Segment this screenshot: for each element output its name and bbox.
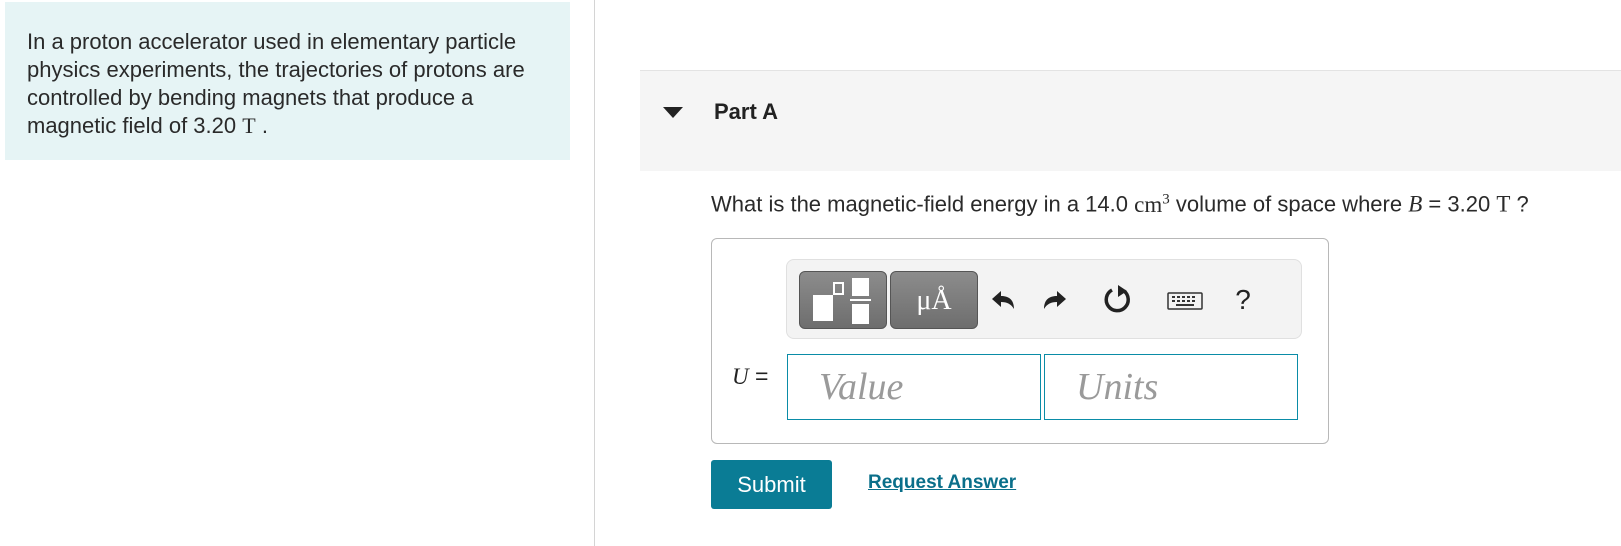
question-part-a: What is the magnetic-field energy in a 1… <box>711 191 1129 217</box>
undo-icon[interactable] <box>987 282 1023 318</box>
math-toolbar: μÅ ? <box>786 259 1302 339</box>
collapse-triangle-icon[interactable] <box>663 107 683 118</box>
answer-label: U = <box>732 363 768 390</box>
help-icon[interactable]: ? <box>1225 282 1261 318</box>
problem-intro: In a proton accelerator used in elementa… <box>5 2 570 160</box>
answer-equals: = <box>755 363 769 389</box>
value-input[interactable] <box>787 354 1041 420</box>
templates-icon[interactable] <box>799 271 887 329</box>
question-part-b: volume of space where <box>1175 191 1403 217</box>
part-title[interactable]: Part A <box>714 99 778 125</box>
intro-text: In a proton accelerator used in elementa… <box>27 29 525 138</box>
column-divider <box>594 0 595 546</box>
keyboard-icon[interactable] <box>1165 282 1205 318</box>
answer-box: μÅ ? U = <box>711 238 1329 444</box>
units-icon[interactable]: μÅ <box>890 271 978 329</box>
part-header[interactable]: Part A <box>640 70 1621 171</box>
reset-icon[interactable] <box>1099 282 1135 318</box>
question-text: What is the magnetic-field energy in a 1… <box>711 191 1529 218</box>
field-value: = 3.20 <box>1428 191 1491 217</box>
volume-unit-base: cm <box>1134 191 1163 217</box>
redo-icon[interactable] <box>1035 282 1071 318</box>
intro-end: . <box>261 113 268 138</box>
units-input[interactable] <box>1044 354 1298 420</box>
field-variable: B <box>1408 191 1423 217</box>
field-unit: T <box>1496 191 1511 217</box>
question-end: ? <box>1516 191 1529 217</box>
request-answer-link[interactable]: Request Answer <box>868 472 1016 494</box>
answer-variable: U <box>732 364 749 389</box>
volume-unit: cm3 <box>1134 191 1170 217</box>
intro-unit: T <box>242 113 256 138</box>
volume-unit-exponent: 3 <box>1162 191 1170 207</box>
submit-button[interactable]: Submit <box>711 460 832 509</box>
